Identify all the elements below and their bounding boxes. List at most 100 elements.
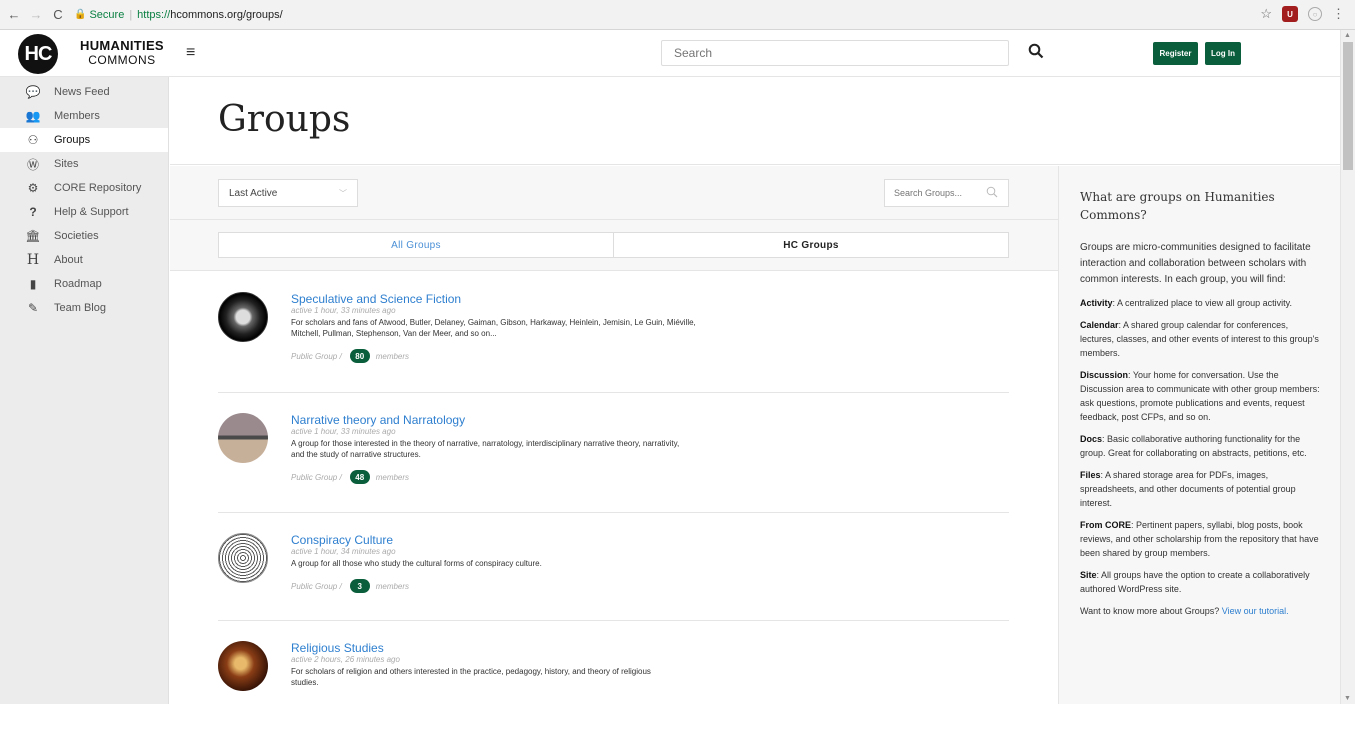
h-icon: H (26, 252, 40, 268)
group-item: Religious Studies active 2 hours, 26 min… (218, 621, 1009, 741)
sidebar-item-about[interactable]: H About (0, 248, 168, 272)
group-desc-line: A group for all those who study the cult… (291, 559, 542, 568)
group-type: Public Group / (291, 581, 342, 591)
institution-icon: 🏛 (25, 229, 41, 243)
sidebar-item-label: Roadmap (54, 278, 102, 290)
sidebar-item-news-feed[interactable]: 💬 News Feed (0, 80, 168, 104)
back-arrow-icon[interactable]: ← (6, 7, 22, 23)
scroll-thumb[interactable] (1343, 42, 1353, 170)
sidebar-item-societies[interactable]: 🏛 Societies (0, 224, 168, 248)
groups-icon: ⚇ (27, 133, 39, 147)
info-feature-activity: Activity: A centralized place to view al… (1080, 298, 1292, 308)
sidebar-item-roadmap[interactable]: ▮ Roadmap (0, 272, 168, 296)
groups-tabs: All Groups HC Groups (170, 220, 1058, 271)
search-icon[interactable] (1028, 43, 1044, 59)
members-label: members (375, 351, 410, 361)
info-outro: Want to know more about Groups? View our… (1080, 606, 1289, 616)
group-avatar[interactable] (218, 641, 268, 691)
sidebar-item-label: About (54, 254, 83, 266)
group-name-link[interactable]: Narrative theory and Narratology (291, 413, 791, 427)
reload-icon[interactable]: C (50, 7, 66, 23)
main-content: Groups Last Active ﹀ All Groups HC Group… (170, 77, 1340, 704)
group-item: Speculative and Science Fiction active 1… (218, 272, 1009, 393)
members-label: members (375, 581, 410, 591)
group-desc-line: Mitchell, Pullman, Stephenson, Van der M… (291, 329, 497, 338)
info-feature-site: Site: All groups have the option to crea… (1080, 570, 1310, 594)
cogs-icon: ⚙ (27, 181, 39, 195)
tab-all-groups[interactable]: All Groups (218, 232, 614, 258)
forward-arrow-icon[interactable]: → (28, 7, 44, 23)
group-type: Public Group / (291, 351, 342, 361)
site-search-input[interactable] (661, 40, 1009, 66)
address-bar[interactable]: 🔒 Secure | https://hcommons.org/groups/ (74, 5, 283, 25)
info-feature-from-core: From CORE: Pertinent papers, syllabi, bl… (1080, 520, 1319, 558)
group-name-link[interactable]: Conspiracy Culture (291, 533, 791, 547)
info-feature-docs: Docs: Basic collaborative authoring func… (1080, 434, 1307, 458)
info-feature-discussion: Discussion: Your home for conversation. … (1080, 370, 1320, 422)
hamburger-menu-icon[interactable]: ≡ (186, 44, 195, 62)
tutorial-link[interactable]: View our tutorial. (1222, 606, 1289, 616)
sidebar-item-sites[interactable]: Ⓦ Sites (0, 152, 168, 176)
group-desc-line: studies. (291, 678, 319, 687)
browser-toolbar: ← → C 🔒 Secure | https://hcommons.org/gr… (0, 0, 1355, 30)
info-title: What are groups on Humanities Commons? (1080, 190, 1275, 222)
sidebar-item-label: News Feed (54, 86, 110, 98)
extension-circle-icon[interactable]: ○ (1308, 7, 1322, 21)
url-separator: | (129, 8, 133, 21)
member-count-badge: 48 (349, 470, 370, 484)
info-feature-files: Files: A shared storage area for PDFs, i… (1080, 470, 1296, 508)
login-button[interactable]: Log In (1205, 42, 1241, 65)
site-logo-text[interactable]: HUMANITIES COMMONS (80, 39, 164, 68)
scroll-up-icon[interactable]: ▲ (1344, 32, 1351, 39)
group-desc-line: For scholars and fans of Atwood, Butler,… (291, 318, 696, 327)
info-feature-calendar: Calendar: A shared group calendar for co… (1080, 320, 1319, 358)
sidebar-item-label: Groups (54, 134, 91, 146)
group-avatar[interactable] (218, 413, 268, 463)
group-type: Public Group / (291, 472, 342, 482)
groups-filter-bar: Last Active ﹀ (170, 166, 1058, 220)
sidebar-item-label: Help & Support (54, 206, 129, 218)
group-avatar[interactable] (218, 292, 268, 342)
tab-hc-groups[interactable]: HC Groups (613, 232, 1009, 258)
groups-search-icon[interactable] (986, 186, 998, 198)
url-path: hcommons.org/groups/ (170, 8, 283, 21)
page-title: Groups (218, 99, 351, 140)
secure-label: Secure (89, 8, 125, 21)
group-item: Conspiracy Culture active 1 hour, 34 min… (218, 513, 1009, 621)
sidebar-item-label: CORE Repository (54, 182, 142, 194)
page-title-area: Groups (170, 77, 1340, 165)
group-meta: Public Group / 80 members (291, 349, 791, 363)
members-label: members (375, 472, 410, 482)
extension-shield-icon[interactable]: U (1282, 6, 1298, 22)
bookmark-star-icon[interactable]: ☆ (1260, 6, 1272, 22)
chevron-down-icon: ﹀ (339, 189, 347, 198)
sidebar-item-groups[interactable]: ⚇ Groups (0, 128, 168, 152)
group-avatar[interactable] (218, 533, 268, 583)
question-icon: ? (29, 205, 37, 219)
page-scrollbar[interactable]: ▲ ▼ (1340, 30, 1355, 704)
order-by-select[interactable]: Last Active ﹀ (218, 179, 358, 207)
group-description: A group for those interested in the theo… (291, 438, 851, 460)
map-icon: ▮ (29, 277, 37, 291)
sidebar-item-core-repository[interactable]: ⚙ CORE Repository (0, 176, 168, 200)
sidebar-item-help-support[interactable]: ? Help & Support (0, 200, 168, 224)
member-count-badge: 3 (349, 579, 370, 593)
order-by-value: Last Active (229, 187, 278, 199)
sidebar-item-members[interactable]: 👥 Members (0, 104, 168, 128)
comments-icon: 💬 (25, 85, 41, 99)
sidebar-item-team-blog[interactable]: ✎ Team Blog (0, 296, 168, 320)
group-last-active: active 2 hours, 26 minutes ago (291, 655, 400, 664)
register-button[interactable]: Register (1153, 42, 1198, 65)
group-desc-line: A group for those interested in the theo… (291, 439, 680, 448)
url-scheme: https:// (137, 8, 171, 21)
groups-info-panel: What are groups on Humanities Commons? G… (1058, 166, 1340, 704)
hc-logo-icon[interactable]: HC (18, 34, 58, 74)
group-name-link[interactable]: Speculative and Science Fiction (291, 292, 791, 306)
group-meta: Public Group / 3 members (291, 579, 791, 593)
group-name-link[interactable]: Religious Studies (291, 641, 791, 655)
edit-icon: ✎ (27, 301, 39, 315)
scroll-down-icon[interactable]: ▼ (1344, 695, 1351, 702)
group-item: Narrative theory and Narratology active … (218, 393, 1009, 513)
sidebar-item-label: Societies (54, 230, 99, 242)
browser-menu-icon[interactable]: ⋮ (1332, 6, 1345, 22)
